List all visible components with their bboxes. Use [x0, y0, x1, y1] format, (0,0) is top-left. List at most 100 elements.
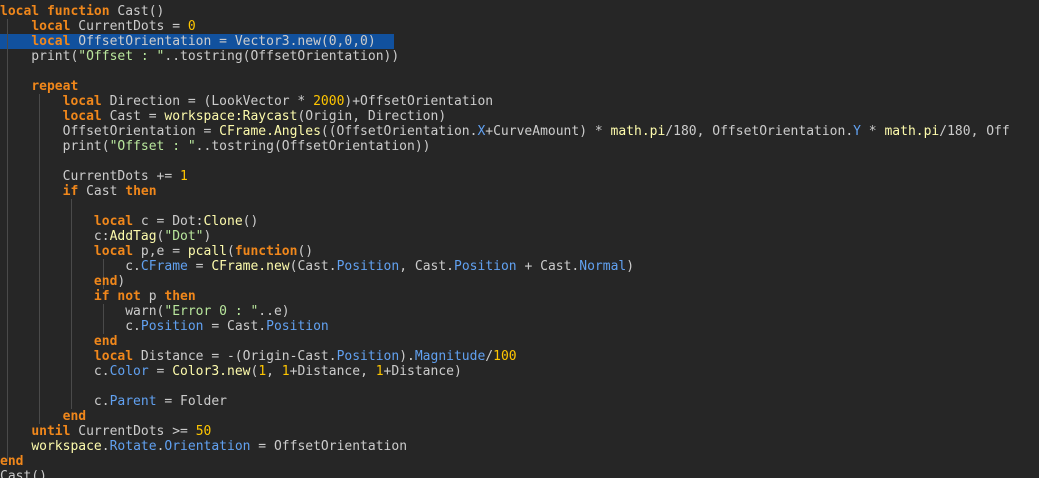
keyword-token: local — [31, 19, 71, 34]
keyword-token: end — [0, 454, 24, 469]
property-token: Position — [140, 319, 204, 334]
text-token: Cast() — [109, 4, 165, 19]
text-token: OffsetOrientation = Vector3.new(0,0,0) — [70, 34, 376, 49]
text-token: Cast() — [0, 469, 47, 478]
keyword-token: local — [93, 349, 134, 364]
code-line[interactable]: end — [0, 454, 23, 469]
code-line[interactable]: print("Offset : "..tostring(OffsetOrient… — [0, 49, 399, 64]
property-token: Position — [266, 319, 329, 334]
code-line[interactable]: local CurrentDots = 0 — [0, 19, 195, 34]
text-token: c. — [0, 259, 141, 274]
keyword-token: end — [62, 409, 87, 424]
keyword-token: end — [93, 274, 118, 289]
code-line[interactable]: if Cast then — [0, 184, 157, 199]
property-token: Magnitude — [414, 349, 486, 364]
code-line[interactable]: Cast() — [0, 469, 47, 478]
code-editor[interactable]: local function Cast() local CurrentDots … — [0, 0, 1039, 478]
code-line[interactable]: c.CFrame = CFrame.new(Cast.Position, Cas… — [0, 259, 634, 274]
text-token: /180, OffsetOrientation. — [665, 124, 854, 139]
text-token: c. — [0, 364, 110, 379]
string-token: "Error 0 : " — [164, 304, 259, 319]
text-token: / — [485, 349, 494, 364]
code-line[interactable]: print("Offset : "..tostring(OffsetOrient… — [0, 139, 431, 154]
code-line[interactable]: warn("Error 0 : "..e) — [0, 304, 290, 319]
code-line[interactable]: local Direction = (LookVector * 2000)+Of… — [0, 94, 494, 109]
keyword-token: repeat — [31, 79, 79, 94]
property-token: Normal — [579, 259, 627, 274]
text-token: c. — [0, 319, 141, 334]
text-token: ..e) — [258, 304, 290, 319]
code-line[interactable]: c:AddTag("Dot") — [0, 229, 211, 244]
text-token: () — [297, 244, 314, 259]
text-token: ( — [227, 244, 235, 259]
call-token: CFrame.new — [211, 259, 290, 274]
text-token: Cast = — [101, 109, 165, 124]
text-token: ). — [399, 349, 415, 364]
code-line[interactable]: if not p then — [0, 289, 196, 304]
text-token: ) — [117, 274, 126, 289]
number-token: 100 — [493, 349, 517, 364]
keyword-token: end — [93, 334, 118, 349]
property-token: Color — [109, 364, 149, 379]
call-token: Clone — [203, 214, 243, 229]
keyword-token: function — [234, 244, 298, 259]
code-line[interactable]: local c = Dot:Clone() — [0, 214, 258, 229]
code-line[interactable]: local OffsetOrientation = Vector3.new(0,… — [0, 34, 376, 49]
code-line[interactable]: workspace.Rotate.Orientation = OffsetOri… — [0, 439, 407, 454]
code-line[interactable]: local p,e = pcall(function() — [0, 244, 313, 259]
text-token: p,e = — [133, 244, 188, 259]
code-line[interactable]: end — [0, 334, 117, 349]
code-line[interactable]: local Distance = -(Origin-Cast.Position)… — [0, 349, 517, 364]
property-token: Position — [336, 259, 400, 274]
number-token: 1 — [180, 169, 188, 184]
property-token: CFrame — [140, 259, 188, 274]
text-token: +Distance, — [289, 364, 376, 379]
keyword-token: local — [31, 34, 71, 49]
number-token: 2000 — [313, 94, 345, 109]
property-token: Position — [454, 259, 517, 274]
text-token: = — [187, 259, 212, 274]
code-line[interactable]: local function Cast() — [0, 4, 164, 19]
keyword-token: local — [62, 94, 102, 109]
code-line[interactable]: CurrentDots += 1 — [0, 169, 188, 184]
text-token: ..tostring(OffsetOrientation)) — [195, 139, 431, 154]
text-token: Distance = -(Origin-Cast. — [133, 349, 337, 364]
property-token: Rotate — [109, 439, 157, 454]
number-token: 1 — [281, 364, 290, 379]
number-token: 1 — [375, 364, 384, 379]
code-line[interactable]: repeat — [0, 79, 78, 94]
text-token: * — [860, 124, 885, 139]
text-token: (Cast. — [289, 259, 337, 274]
text-token: print( — [0, 49, 79, 64]
text-token: c = Dot: — [133, 214, 204, 229]
code-line[interactable]: until CurrentDots >= 50 — [0, 424, 211, 439]
text-token: CurrentDots += — [0, 169, 181, 184]
code-line[interactable]: OffsetOrientation = CFrame.Angles((Offse… — [0, 124, 1010, 139]
code-line[interactable]: c.Parent = Folder — [0, 394, 227, 409]
call-token: pcall — [187, 244, 227, 259]
string-token: "Dot" — [164, 229, 204, 244]
code-line[interactable]: c.Position = Cast.Position — [0, 319, 329, 334]
code-line[interactable]: end) — [0, 274, 125, 289]
keyword-token: then — [164, 289, 196, 304]
code-line[interactable]: end — [0, 409, 86, 424]
keyword-token: if — [62, 184, 79, 199]
text-token: print( — [0, 139, 110, 154]
text-token: , Cast. — [399, 259, 455, 274]
code-line[interactable]: local Cast = workspace:Raycast(Origin, D… — [0, 109, 447, 124]
text-token: OffsetOrientation = — [0, 124, 220, 139]
code-line[interactable]: c.Color = Color3.new(1, 1+Distance, 1+Di… — [0, 364, 462, 379]
keyword-token: then — [125, 184, 157, 199]
text-token: = Cast. — [203, 319, 267, 334]
call-token: AddTag — [109, 229, 157, 244]
keyword-token: if not — [93, 289, 141, 304]
